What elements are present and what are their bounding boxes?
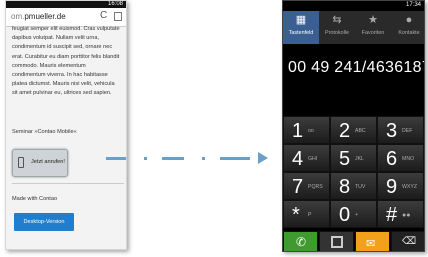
arrow-dash bbox=[106, 157, 126, 160]
call-now-label: Jetzt anrufen! bbox=[31, 159, 65, 165]
key-0[interactable]: 0 + bbox=[330, 200, 377, 228]
reload-icon[interactable]: C bbox=[100, 10, 107, 21]
body-line: commodo. Mauris elementum bbox=[12, 62, 86, 69]
tabs-icon[interactable] bbox=[114, 12, 122, 21]
status-bar: 16:08 bbox=[6, 1, 126, 8]
desktop-version-button[interactable]: Desktop-Version bbox=[14, 213, 74, 231]
key-3[interactable]: 3 DEF bbox=[377, 116, 424, 144]
video-call-button[interactable] bbox=[319, 231, 354, 251]
arrow-dot bbox=[144, 157, 147, 160]
video-call-icon bbox=[331, 236, 343, 248]
voicemail-icon: ●● bbox=[402, 212, 411, 219]
number-display: 00 49 241/46361877 bbox=[288, 59, 425, 76]
dialer-phone: 17:34 ▦ Tastenfeld ⇆ Protokolle ★ Favori… bbox=[282, 0, 425, 252]
status-bar: 17:34 bbox=[283, 1, 424, 9]
url-text[interactable]: om.pmueller.de bbox=[11, 12, 66, 21]
seminar-text: Seminar »Contao Mobile« bbox=[12, 129, 77, 135]
phone-icon bbox=[18, 157, 24, 168]
made-with-text: Made with Contao bbox=[12, 196, 58, 202]
call-log-icon: ⇆ bbox=[332, 14, 342, 26]
body-line: dapibus volutpat. Nullam velit urna, bbox=[12, 35, 100, 42]
arrow-dot bbox=[202, 157, 205, 160]
key-5[interactable]: 5 JKL bbox=[330, 144, 377, 172]
call-now-button[interactable]: Jetzt anrufen! bbox=[12, 149, 68, 177]
tab-keypad[interactable]: ▦ Tastenfeld bbox=[283, 11, 319, 44]
backspace-icon: ⌫ bbox=[402, 236, 417, 247]
status-time: 17:34 bbox=[405, 2, 421, 8]
envelope-icon: ✉ bbox=[366, 238, 376, 250]
message-button[interactable]: ✉ bbox=[355, 231, 390, 251]
key-1[interactable]: 1 oo bbox=[283, 116, 330, 144]
key-4[interactable]: 4 GHI bbox=[283, 144, 330, 172]
key-star[interactable]: * P bbox=[283, 200, 330, 228]
status-time: 16:08 bbox=[107, 1, 123, 7]
star-icon: ★ bbox=[368, 14, 378, 26]
browser-phone: 16:08 om.pmueller.de C feugiat semper el… bbox=[5, 0, 127, 250]
key-8[interactable]: 8 TUV bbox=[330, 172, 377, 200]
arrow-dash bbox=[162, 157, 184, 160]
call-button[interactable]: ✆ bbox=[283, 231, 318, 251]
key-9[interactable]: 9 WXYZ bbox=[377, 172, 424, 200]
body-line: condimentum viverra. In hac habitasse bbox=[12, 72, 108, 79]
phone-icon: ✆ bbox=[296, 235, 307, 249]
backspace-button[interactable]: ⌫ bbox=[391, 231, 424, 251]
body-line: sit amet pulvinar eu, ultrices sed sapie… bbox=[12, 90, 112, 97]
divider bbox=[12, 183, 124, 184]
arrowhead-icon bbox=[258, 152, 268, 164]
key-2[interactable]: 2 ABC bbox=[330, 116, 377, 144]
body-line: condimentum id suscipit sed, ornare nec bbox=[12, 44, 113, 51]
body-line: erat. Curabitur eu diam porttitor felis … bbox=[12, 53, 120, 60]
keypad-icon: ▦ bbox=[295, 14, 307, 26]
body-text: feugiat semper elit euismod. Cras vulput… bbox=[12, 25, 124, 99]
dialer-tabs: ▦ Tastenfeld ⇆ Protokolle ★ Favoriten ● … bbox=[283, 11, 424, 44]
contact-icon: ● bbox=[405, 14, 413, 26]
arrow-dash bbox=[220, 157, 250, 160]
key-hash[interactable]: # ●● bbox=[377, 200, 424, 228]
body-line: feugiat semper elit euismod. Cras vulput… bbox=[12, 26, 120, 32]
tab-contacts[interactable]: ● Kontakte bbox=[391, 11, 424, 44]
key-6[interactable]: 6 MNO bbox=[377, 144, 424, 172]
tab-favorites[interactable]: ★ Favoriten bbox=[355, 11, 391, 44]
tab-call-log[interactable]: ⇆ Protokolle bbox=[319, 11, 355, 44]
key-7[interactable]: 7 PQRS bbox=[283, 172, 330, 200]
body-line: platea dictumst. Mauris nisi velit, vehi… bbox=[12, 81, 115, 88]
